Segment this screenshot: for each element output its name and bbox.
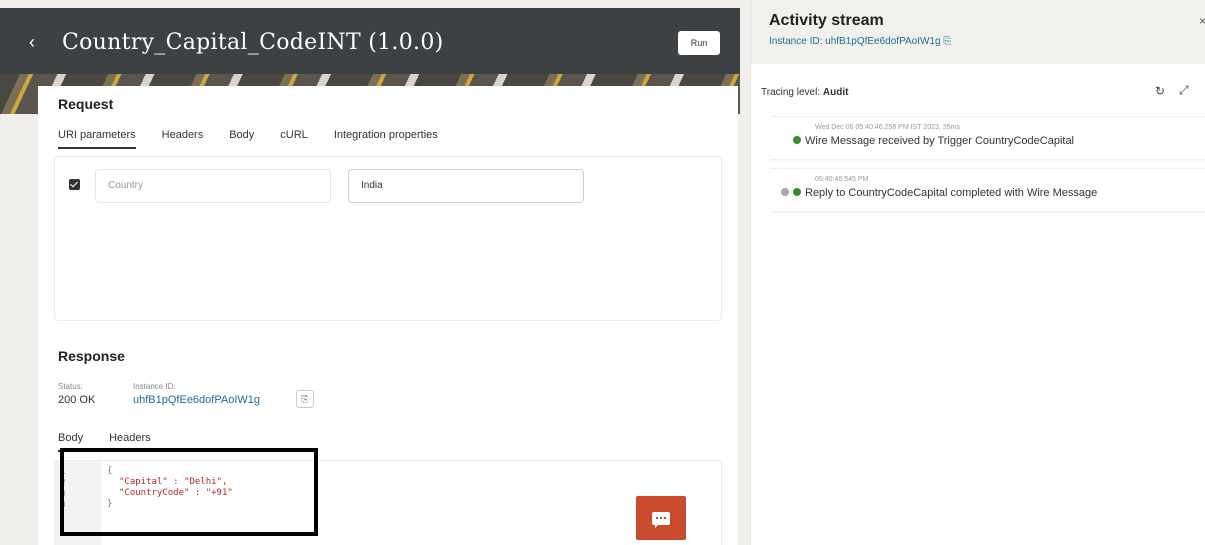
tab-integration-properties[interactable]: Integration properties — [334, 129, 438, 149]
response-body-editor[interactable]: 1 2 3 4 { "Capital" : "Delhi", "CountryC… — [54, 460, 722, 545]
param-value-field[interactable]: India — [348, 169, 584, 203]
pending-status-icon — [781, 188, 789, 196]
param-checkbox[interactable] — [69, 179, 80, 190]
tab-body[interactable]: Body — [229, 129, 254, 149]
page-title: Country_Capital_CodeINT (1.0.0) — [62, 30, 444, 55]
tab-curl[interactable]: cURL — [280, 129, 308, 149]
activity-instance-id[interactable]: Instance ID: uhfB1pQfEe6dofPAoIW1g ⎘ — [769, 36, 951, 47]
chat-icon — [652, 511, 670, 528]
line-number: 1 — [61, 467, 66, 476]
tab-response-headers[interactable]: Headers — [109, 432, 151, 452]
tab-headers[interactable]: Headers — [162, 129, 204, 149]
code-line: "CountryCode" : "+91" — [119, 488, 233, 498]
tab-uri-parameters[interactable]: URI parameters — [58, 129, 136, 149]
line-number: 3 — [61, 489, 66, 498]
test-integration-panel: ‹ Country_Capital_CodeINT (1.0.0) Run Re… — [0, 0, 748, 545]
success-status-icon — [793, 188, 801, 196]
status-value: 200 OK — [58, 394, 96, 406]
tab-response-body[interactable]: Body — [58, 432, 84, 452]
activity-event[interactable]: 05:40:46.545 PM Reply to CountryCodeCapi… — [771, 168, 1205, 212]
tracing-level: Tracing level: Audit — [761, 87, 848, 98]
event-timestamp: Wed Dec 06 05:40:46.258 PM IST 2023, 35m… — [815, 124, 960, 131]
code-line: { — [107, 466, 113, 476]
chat-button[interactable] — [636, 496, 686, 540]
line-number: 2 — [61, 478, 66, 487]
activity-title: Activity stream — [769, 12, 884, 29]
response-heading: Response — [58, 348, 125, 364]
status-label: Status: — [58, 382, 83, 391]
title-bar: ‹ Country_Capital_CodeINT (1.0.0) Run — [0, 8, 740, 74]
success-status-icon — [793, 136, 801, 144]
tracing-value: Audit — [822, 87, 849, 98]
event-message: Reply to CountryCodeCapital completed wi… — [805, 187, 1098, 199]
uri-parameters-panel: Country India — [54, 156, 722, 321]
line-number: 4 — [61, 500, 66, 509]
run-button[interactable]: Run — [678, 31, 720, 55]
event-message: Wire Message received by Trigger Country… — [805, 135, 1075, 147]
expand-icon[interactable]: ⤢ — [1179, 83, 1189, 98]
activity-event[interactable]: Wed Dec 06 05:40:46.258 PM IST 2023, 35m… — [771, 116, 1205, 160]
event-timestamp: 05:40:46.545 PM — [815, 176, 869, 183]
activity-header: Activity stream Instance ID: uhfB1pQfEe6… — [751, 0, 1205, 64]
code-line: "Capital" : "Delhi", — [119, 477, 228, 487]
instance-id-label: Instance ID: — [133, 382, 176, 391]
response-tabs: Body Headers — [58, 432, 151, 452]
chevron-left-icon[interactable]: ‹ — [22, 30, 42, 54]
copy-icon[interactable]: ⎘ — [943, 36, 951, 47]
page: ‹ Country_Capital_CodeINT (1.0.0) Run Re… — [0, 0, 1205, 545]
code-line: } — [107, 499, 113, 509]
refresh-icon[interactable]: ↻ — [1155, 84, 1165, 98]
copy-icon[interactable]: ⎘ — [296, 390, 314, 408]
param-key-field[interactable]: Country — [95, 169, 331, 203]
test-card: Request URI parameters Headers Body cURL… — [38, 86, 738, 545]
tracing-label: Tracing level: — [761, 87, 821, 98]
activity-instance-text: Instance ID: uhfB1pQfEe6dofPAoIW1g — [769, 36, 941, 47]
request-tabs: URI parameters Headers Body cURL Integra… — [58, 129, 438, 149]
activity-stream-panel: Activity stream Instance ID: uhfB1pQfEe6… — [750, 0, 1205, 545]
close-icon[interactable]: × — [1199, 14, 1205, 28]
instance-id-link[interactable]: uhfB1pQfEe6dofPAoIW1g — [133, 394, 260, 406]
request-heading: Request — [58, 96, 114, 112]
